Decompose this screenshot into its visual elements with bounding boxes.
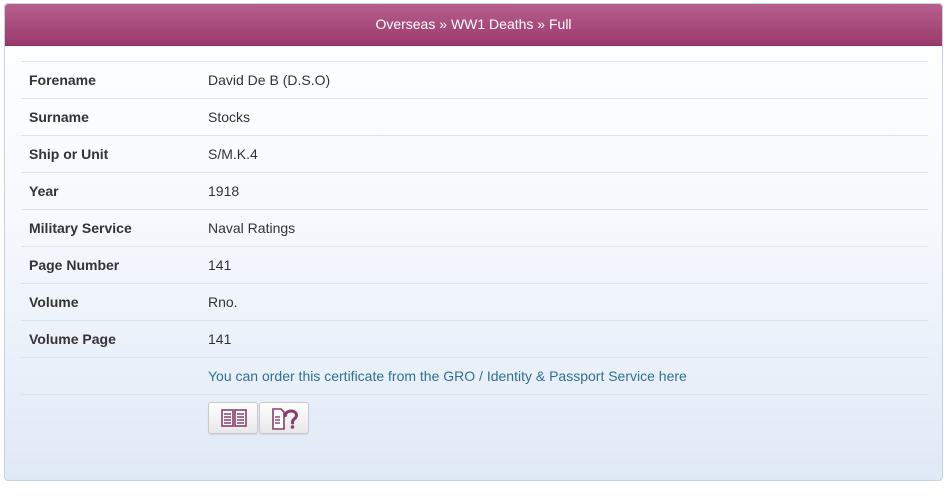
empty-cell <box>21 357 200 395</box>
volume-page-value: 141 <box>200 320 928 358</box>
year-value: 1918 <box>200 172 928 210</box>
table-row: Volume Page 141 <box>21 320 928 358</box>
breadcrumb-full: Full <box>548 16 572 32</box>
record-panel: Overseas » WW1 Deaths » Full Forename Da… <box>4 3 943 481</box>
action-buttons <box>208 402 310 434</box>
help-page-icon <box>272 408 298 430</box>
transcript-button[interactable] <box>208 402 258 434</box>
table-row: Page Number 141 <box>21 246 928 284</box>
ship-or-unit-label: Ship or Unit <box>21 135 200 173</box>
page-number-label: Page Number <box>21 246 200 284</box>
forename-label: Forename <box>21 61 200 99</box>
help-button[interactable] <box>259 402 309 434</box>
ship-or-unit-value: S/M.K.4 <box>200 135 928 173</box>
table-row: Volume Rno. <box>21 283 928 321</box>
breadcrumb: Overseas » WW1 Deaths » Full <box>5 4 942 46</box>
year-label: Year <box>21 172 200 210</box>
order-certificate-link[interactable]: You can order this certificate from the … <box>208 368 687 384</box>
surname-value: Stocks <box>200 98 928 136</box>
surname-label: Surname <box>21 98 200 136</box>
breadcrumb-separator: » <box>533 16 549 32</box>
table-row: Military Service Naval Ratings <box>21 209 928 247</box>
breadcrumb-separator: » <box>435 16 451 32</box>
table-row: You can order this certificate from the … <box>21 357 928 395</box>
table-row: Surname Stocks <box>21 98 928 136</box>
volume-page-label: Volume Page <box>21 320 200 358</box>
military-service-value: Naval Ratings <box>200 209 928 247</box>
page-number-value: 141 <box>200 246 928 284</box>
forename-value: David De B (D.S.O) <box>200 61 928 99</box>
volume-label: Volume <box>21 283 200 321</box>
military-service-label: Military Service <box>21 209 200 247</box>
breadcrumb-ww1-deaths[interactable]: WW1 Deaths <box>451 16 533 32</box>
record-table: Forename David De B (D.S.O) Surname Stoc… <box>21 61 928 395</box>
table-row: Year 1918 <box>21 172 928 210</box>
table-row: Forename David De B (D.S.O) <box>21 61 928 99</box>
book-icon <box>221 409 247 427</box>
breadcrumb-overseas[interactable]: Overseas <box>375 16 435 32</box>
table-row: Ship or Unit S/M.K.4 <box>21 135 928 173</box>
order-link-cell: You can order this certificate from the … <box>200 357 928 395</box>
volume-value: Rno. <box>200 283 928 321</box>
